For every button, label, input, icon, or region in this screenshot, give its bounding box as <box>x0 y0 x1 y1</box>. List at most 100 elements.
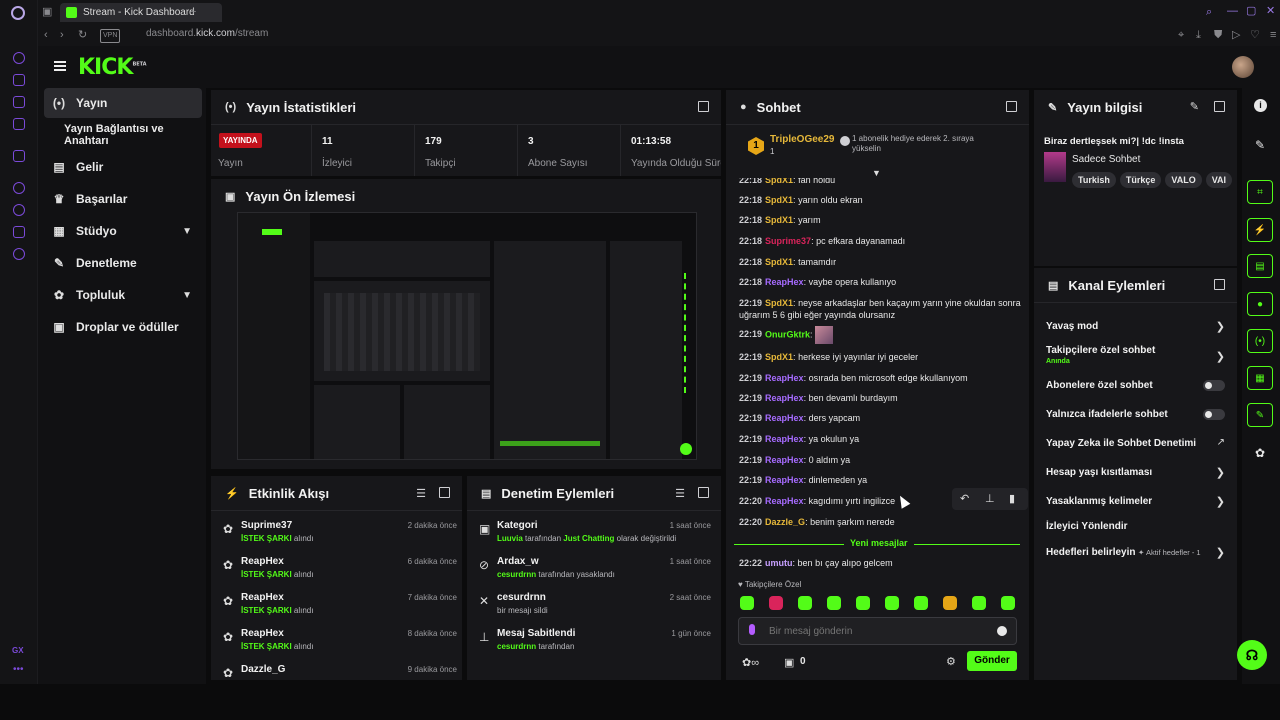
category-thumbnail[interactable] <box>1044 152 1066 182</box>
nav-item-basarilar[interactable]: ♛ Başarılar <box>44 184 202 214</box>
new-messages-divider[interactable]: Yeni mesajlar <box>734 538 1020 550</box>
mod-name[interactable]: Ardax_w <box>497 556 539 567</box>
chat-user[interactable]: SpdX1 <box>765 298 793 308</box>
emote-icon[interactable] <box>740 596 754 610</box>
heart-icon[interactable]: ♡ <box>1250 29 1260 41</box>
pin-icon[interactable]: ⊥ <box>985 492 995 505</box>
back-icon[interactable]: ‹ <box>44 29 48 41</box>
edit-icon[interactable]: ✎ <box>1190 100 1199 113</box>
vk-icon[interactable] <box>13 118 25 130</box>
nav-item-topluluk[interactable]: ✿ Topluluk ▼ <box>44 280 202 310</box>
tag-chip[interactable]: VALO <box>1165 172 1202 188</box>
reload-icon[interactable]: ↻ <box>78 29 87 41</box>
minimize-icon[interactable]: — <box>1227 5 1238 17</box>
wrench-icon[interactable]: ✎ <box>1247 403 1273 427</box>
filter-icon[interactable]: ☰ <box>675 487 685 500</box>
chat-user[interactable]: ReapHex <box>765 455 804 465</box>
tag-chip[interactable]: VAI <box>1205 172 1233 188</box>
chat-user[interactable]: ReapHex <box>765 496 804 506</box>
feed-name[interactable]: ReapHex <box>241 628 284 639</box>
chat-user[interactable]: SpdX1 <box>765 178 793 185</box>
chat-user[interactable]: Suprime37 <box>765 236 811 246</box>
leaderboard-banner[interactable]: 1 TripleOGee29 1 1 abonelik hediye edere… <box>748 134 1018 164</box>
more-icon[interactable]: ••• <box>13 664 24 675</box>
nav-item-denetleme[interactable]: ✎ Denetleme <box>44 248 202 278</box>
new-tab-icon[interactable]: + <box>190 6 196 18</box>
tag-chip[interactable]: Turkish <box>1072 172 1116 188</box>
stream-preview-video[interactable] <box>237 212 697 460</box>
lightning-icon[interactable]: ⚡ <box>1247 218 1273 242</box>
category-name[interactable]: Sadece Sohbet <box>1072 154 1140 165</box>
tab-manager-icon[interactable]: ▣ <box>42 6 52 18</box>
info-icon[interactable]: i <box>1254 99 1267 112</box>
mod-actor[interactable]: cesurdrnn <box>497 642 536 651</box>
popout-icon[interactable] <box>698 487 709 498</box>
nav-item-droplar[interactable]: ▣ Droplar ve ödüller <box>44 312 202 342</box>
menu-icon[interactable]: ≡ <box>1270 29 1276 41</box>
opera-logo-icon[interactable] <box>11 6 25 20</box>
emote-icon[interactable] <box>972 596 986 610</box>
popout-icon[interactable] <box>1006 101 1017 112</box>
clip-icon[interactable]: ⌗ <box>1247 180 1273 204</box>
emote-icon[interactable] <box>798 596 812 610</box>
chat-user[interactable]: ReapHex <box>765 434 804 444</box>
search-icon[interactable]: ⌕ <box>1206 6 1212 18</box>
tag-chip[interactable]: Türkçe <box>1119 172 1162 188</box>
emote-icon[interactable] <box>914 596 928 610</box>
emote-image[interactable] <box>815 326 834 344</box>
gx-icon[interactable]: GX <box>12 646 24 655</box>
broadcast-icon[interactable]: (•) <box>1247 329 1273 353</box>
emoji-icon[interactable] <box>997 626 1007 636</box>
chat-icon[interactable]: ● <box>1247 292 1273 316</box>
kick-logo[interactable]: KICKBETA <box>78 55 147 80</box>
maximize-icon[interactable]: ▢ <box>1246 5 1256 17</box>
forward-icon[interactable]: › <box>60 29 64 41</box>
send-button[interactable]: Gönder <box>967 651 1017 671</box>
download-icon[interactable]: ⤓ <box>1196 29 1201 41</box>
help-button[interactable]: ☊ <box>1237 640 1267 670</box>
emotes-only-toggle[interactable] <box>1203 409 1225 420</box>
community-icon[interactable]: ✿ <box>1255 446 1265 460</box>
chat-user[interactable]: ReapHex <box>765 413 804 423</box>
pinned-user[interactable]: TripleOGee29 <box>770 134 834 145</box>
chat-settings-icon-group[interactable]: ✿∞ <box>742 656 759 669</box>
nav-item-stream-key[interactable]: Yayın Bağlantısı ve Anahtarı <box>44 120 202 150</box>
filter-icon[interactable]: ☰ <box>416 487 426 500</box>
emote-icon[interactable] <box>943 596 957 610</box>
subs-only-toggle[interactable] <box>1203 380 1225 391</box>
vpn-badge[interactable]: VPN <box>100 29 121 43</box>
popout-icon[interactable] <box>698 101 709 112</box>
instagram-icon[interactable] <box>13 96 25 108</box>
document-icon[interactable]: ▤ <box>1247 254 1273 278</box>
bag-icon[interactable] <box>13 74 25 86</box>
feed-name[interactable]: Dazzle_G <box>241 664 285 675</box>
reply-icon[interactable]: ↶ <box>960 492 969 505</box>
trash-icon[interactable]: ▮ <box>1009 492 1015 505</box>
chat-user[interactable]: SpdX1 <box>765 352 793 362</box>
play-icon[interactable]: ▷ <box>1232 29 1240 41</box>
popout-icon[interactable] <box>439 487 450 498</box>
feed-name[interactable]: ReapHex <box>241 592 284 603</box>
emote-icon[interactable] <box>769 596 783 610</box>
history-icon[interactable] <box>13 204 25 216</box>
emote-icon[interactable] <box>1001 596 1015 610</box>
nav-item-yayin[interactable]: (•) Yayın <box>44 88 202 118</box>
avatar[interactable] <box>1232 56 1254 78</box>
browser-tab[interactable]: Stream - Kick Dashboard <box>60 3 222 22</box>
pencil-icon[interactable]: ✎ <box>1255 138 1265 152</box>
emote-icon[interactable] <box>856 596 870 610</box>
url-text[interactable]: dashboard.kick.com/stream <box>146 28 268 39</box>
messenger-icon[interactable] <box>13 52 25 64</box>
chat-user[interactable]: umutu <box>765 558 793 568</box>
chat-user[interactable]: ReapHex <box>765 277 804 287</box>
chat-user[interactable]: SpdX1 <box>765 195 793 205</box>
mic-icon[interactable] <box>749 624 755 635</box>
nav-item-gelir[interactable]: ▤ Gelir <box>44 152 202 182</box>
close-icon[interactable]: ✕ <box>1266 5 1275 17</box>
emote-icon[interactable] <box>827 596 841 610</box>
mod-name[interactable]: cesurdrnn <box>497 592 546 603</box>
chat-user[interactable]: SpdX1 <box>765 257 793 267</box>
chat-user[interactable]: OnurGktrk <box>765 329 810 339</box>
emote-icon[interactable] <box>885 596 899 610</box>
extensions-icon[interactable] <box>13 226 25 238</box>
